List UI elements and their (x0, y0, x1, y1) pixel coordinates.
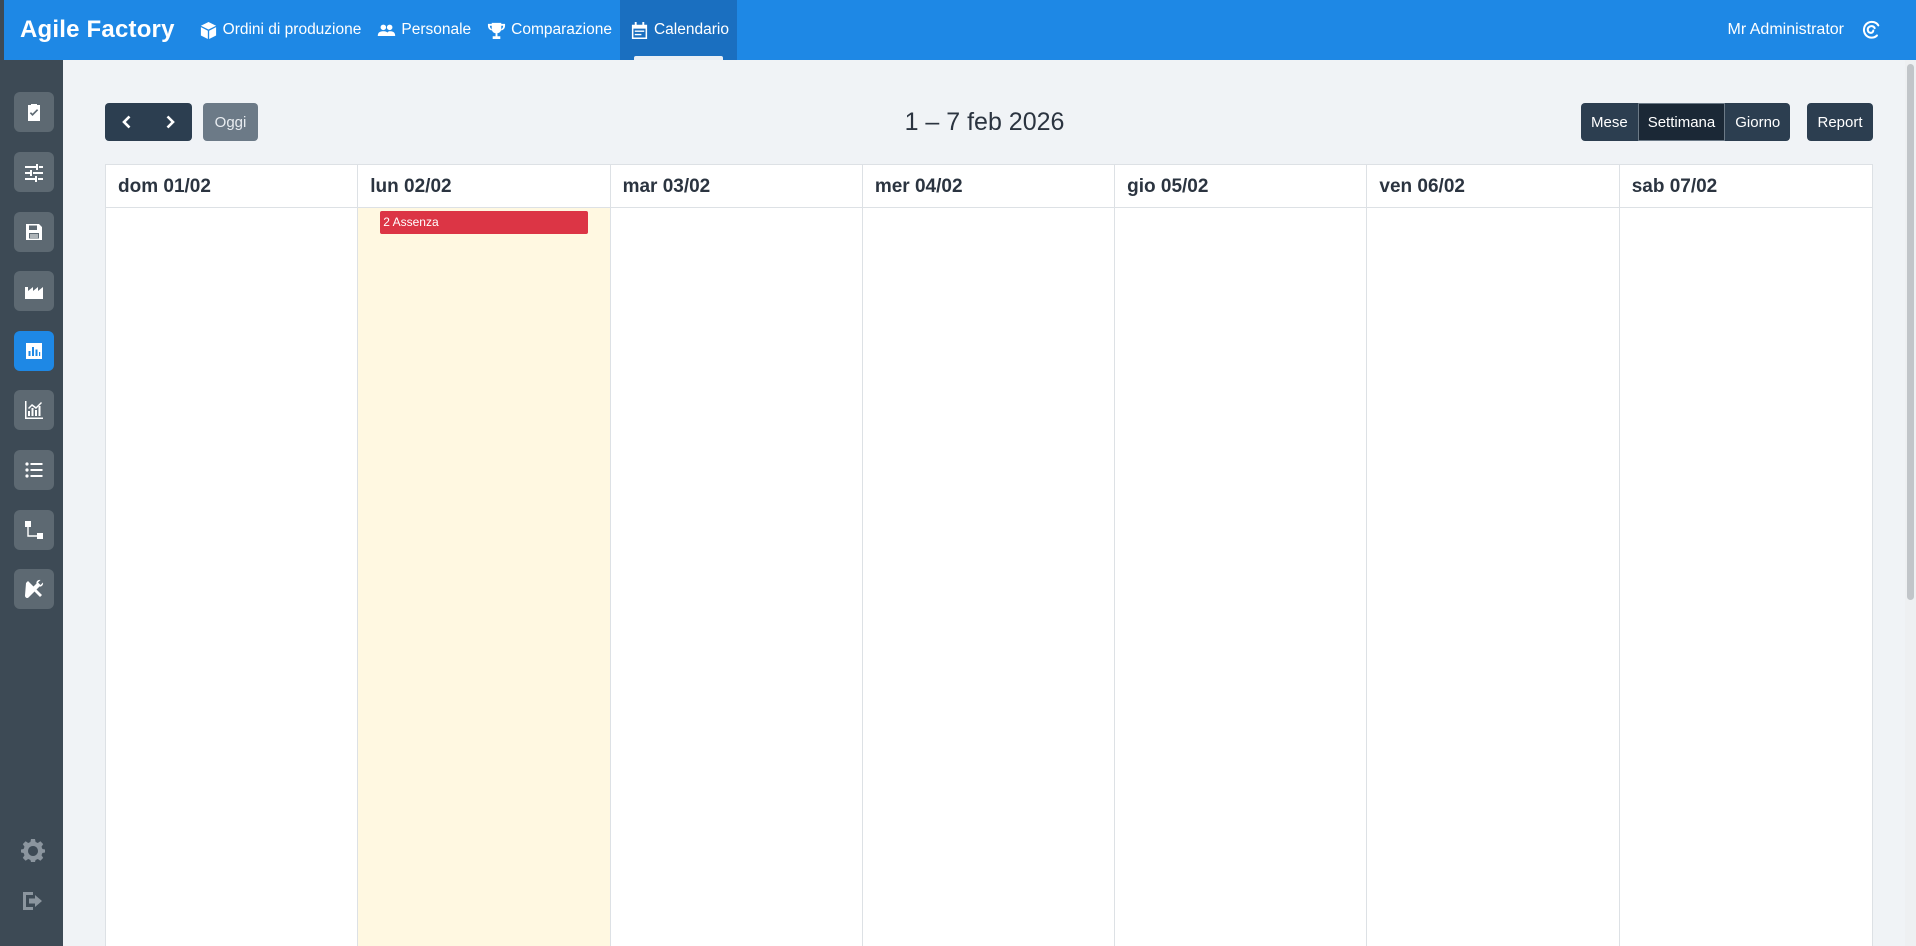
view-month-button[interactable]: Mese (1581, 103, 1638, 141)
save-icon (26, 224, 42, 240)
calendar-header: dom 01/02 lun 02/02 mar 03/02 mer 04/02 … (106, 165, 1872, 208)
day-header: mer 04/02 (863, 165, 1116, 207)
date-nav-group (105, 103, 192, 141)
chevron-left-icon (121, 115, 131, 129)
list-icon (25, 462, 43, 478)
view-week-button[interactable]: Settimana (1637, 103, 1726, 141)
day-header: ven 06/02 (1367, 165, 1620, 207)
day-header: lun 02/02 (358, 165, 611, 207)
view-switcher: Mese Settimana Giorno (1581, 103, 1791, 141)
today-button[interactable]: Oggi (203, 103, 258, 141)
nav-item-personale[interactable]: Personale (369, 0, 479, 60)
page-scrollbar[interactable] (1905, 60, 1916, 946)
prev-week-button[interactable] (105, 103, 149, 141)
report-button[interactable]: Report (1807, 103, 1873, 141)
line-chart-icon (25, 401, 43, 419)
day-header: sab 07/02 (1631, 176, 1718, 197)
main-nav: Ordini di produzione Personale Comparazi… (191, 0, 737, 60)
nav-item-calendario[interactable]: Calendario (619, 0, 737, 60)
sidebar-item-flow[interactable] (14, 510, 54, 550)
sidebar (0, 60, 63, 946)
sidebar-item-analytics[interactable] (14, 390, 54, 430)
sidebar-item-list[interactable] (14, 450, 54, 490)
box-icon (200, 21, 216, 39)
day-cell[interactable] (1620, 208, 1872, 946)
chevron-right-icon (166, 115, 176, 129)
week-calendar: dom 01/02 lun 02/02 mar 03/02 mer 04/02 … (105, 164, 1873, 946)
calendar-event[interactable]: 2 Assenza (380, 211, 588, 234)
main-content: Oggi 1 – 7 feb 2026 Mese Settimana Giorn… (63, 60, 1905, 946)
sidebar-item-tasks[interactable] (14, 92, 54, 132)
day-header: mar 03/02 (611, 165, 863, 207)
settings-button[interactable] (20, 837, 46, 863)
gear-icon (21, 839, 45, 862)
sidebar-item-reports[interactable] (14, 331, 54, 371)
sidebar-item-factory[interactable] (14, 271, 54, 311)
view-day-button[interactable]: Giorno (1725, 103, 1790, 141)
calendar-body: 2 Assenza (106, 208, 1872, 946)
day-header: gio 05/02 (1115, 165, 1368, 207)
trophy-icon (488, 22, 506, 39)
nav-label: Comparazione (511, 21, 612, 38)
nav-item-ordini[interactable]: Ordini di produzione (191, 0, 370, 60)
user-name: Mr Administrator (1727, 21, 1844, 38)
logout-icon (23, 892, 42, 910)
date-range-title: 1 – 7 feb 2026 (904, 108, 1065, 136)
factory-icon (25, 287, 43, 299)
tools-icon (25, 579, 44, 598)
nav-label: Personale (401, 21, 472, 38)
bar-chart-icon (26, 343, 42, 359)
day-cell[interactable] (1367, 208, 1620, 946)
calendar-icon (631, 21, 648, 39)
users-icon (378, 24, 396, 36)
day-cell[interactable] (1115, 208, 1368, 946)
brand-swirl-icon[interactable] (1860, 19, 1882, 41)
app-brand[interactable]: Agile Factory (4, 0, 191, 60)
next-week-button[interactable] (149, 103, 193, 141)
sliders-icon (25, 164, 43, 182)
sidebar-item-filters[interactable] (14, 152, 54, 192)
nav-label: Ordini di produzione (222, 21, 362, 38)
logout-button[interactable] (20, 888, 46, 914)
day-cell-today[interactable]: 2 Assenza (358, 208, 611, 946)
sidebar-item-tools[interactable] (14, 569, 54, 609)
day-cell[interactable] (106, 208, 359, 946)
day-cell[interactable] (863, 208, 1116, 946)
nav-item-comparazione[interactable]: Comparazione (479, 0, 620, 60)
clipboard-check-icon (28, 104, 40, 121)
day-header: dom 01/02 (106, 165, 359, 207)
day-cell[interactable] (611, 208, 863, 946)
flow-icon (25, 521, 43, 539)
user-menu[interactable]: Mr Administrator (1728, 0, 1916, 60)
sidebar-item-save[interactable] (14, 212, 54, 252)
nav-label: Calendario (653, 21, 729, 38)
scrollbar-thumb[interactable] (1907, 64, 1914, 600)
top-navbar: Agile Factory Ordini di produzione Perso… (0, 0, 1916, 60)
